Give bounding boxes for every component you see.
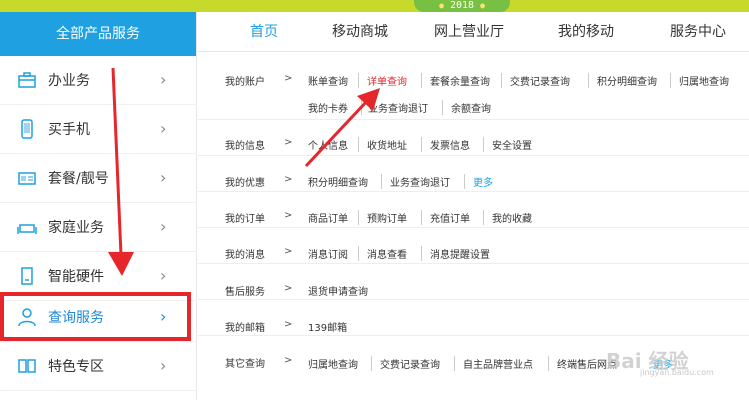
tab-home[interactable]: 首页 [250, 12, 278, 52]
row-label: 其它查询 [225, 359, 265, 370]
link-business-query-2[interactable]: 业务查询退订 [381, 174, 450, 189]
sidebar-item-label: 家庭业务 [48, 220, 104, 236]
chevron-icon: > [284, 174, 293, 185]
chevron-icon: > [284, 355, 293, 366]
chevron-right-icon: › [160, 168, 167, 187]
row-label: 我的账户 [225, 77, 265, 88]
row-my-info: 我的信息 > 个人信息 收货地址 发票信息 安全设置 [198, 120, 749, 156]
sidebar-item-label: 智能硬件 [48, 269, 104, 285]
sidebar-item-label: 套餐/靓号 [48, 171, 109, 187]
sofa-icon [16, 216, 38, 238]
chevron-right-icon: › [160, 119, 167, 138]
chevron-icon: > [284, 319, 293, 330]
link-invoice-info[interactable]: 发票信息 [421, 137, 470, 152]
link-balance-query[interactable]: 余额查询 [442, 100, 491, 115]
banner-dot-right: ● [480, 1, 485, 10]
link-recharge-orders[interactable]: 充值订单 [421, 210, 470, 225]
link-personal-info[interactable]: 个人信息 [308, 137, 348, 152]
row-label: 售后服务 [225, 287, 265, 298]
row-label: 我的消息 [225, 250, 265, 261]
link-shipping-address[interactable]: 收货地址 [358, 137, 407, 152]
link-detail-query[interactable]: 详单查询 [358, 73, 407, 88]
row-my-offers: 我的优惠 > 积分明细查询 业务查询退订 更多 [198, 156, 749, 192]
row-label: 我的订单 [225, 214, 265, 225]
chevron-right-icon: › [160, 266, 167, 285]
row-my-messages: 我的消息 > 消息订阅 消息查看 消息提醒设置 [198, 228, 749, 264]
top-banner: ● 2018 ● [0, 0, 749, 12]
row-my-mailbox: 我的邮箱 > 139邮箱 [198, 300, 749, 336]
banner-year: 2018 [449, 0, 475, 11]
link-preorders[interactable]: 预购订单 [358, 210, 407, 225]
smart-device-icon [16, 265, 38, 287]
sidebar-item-business[interactable]: 办业务 › [0, 56, 197, 105]
row-label: 我的优惠 [225, 178, 265, 189]
tab-service-center[interactable]: 服务中心 [670, 12, 726, 52]
sim-card-icon [16, 167, 38, 189]
chevron-right-icon: › [160, 356, 167, 375]
link-points-detail[interactable]: 积分明细查询 [588, 73, 657, 88]
link-business-query[interactable]: 业务查询退订 [361, 100, 428, 115]
sidebar-item-featured[interactable]: 特色专区 › [0, 342, 197, 391]
link-my-favorites[interactable]: 我的收藏 [483, 210, 532, 225]
link-product-orders[interactable]: 商品订单 [308, 210, 348, 225]
banner-year-badge: ● 2018 ● [414, 0, 510, 12]
sidebar-item-label: 办业务 [48, 73, 90, 89]
link-139-mail[interactable]: 139邮箱 [308, 319, 347, 334]
row-my-orders: 我的订单 > 商品订单 预购订单 充值订单 我的收藏 [198, 192, 749, 228]
link-points-detail-2[interactable]: 积分明细查询 [308, 174, 368, 189]
sidebar-item-family[interactable]: 家庭业务 › [0, 203, 197, 252]
chevron-icon: > [284, 210, 293, 221]
sidebar-item-label: 买手机 [48, 122, 90, 138]
tab-online-hall[interactable]: 网上营业厅 [434, 12, 504, 52]
row-label: 我的邮箱 [225, 323, 265, 334]
tab-mall[interactable]: 移动商城 [332, 12, 388, 52]
row-label: 我的信息 [225, 141, 265, 152]
sidebar-item-label: 特色专区 [48, 359, 104, 375]
sidebar-item-buy-phone[interactable]: 买手机 › [0, 105, 197, 154]
baidu-watermark-url: jingyan.baidu.com [640, 368, 714, 377]
banner-dot-left: ● [439, 1, 444, 10]
briefcase-icon [16, 69, 38, 91]
link-payment-records[interactable]: 交费记录查询 [501, 73, 570, 88]
link-message-reminder[interactable]: 消息提醒设置 [421, 246, 490, 261]
link-my-coupons[interactable]: 我的卡券 [308, 100, 348, 115]
link-home-location-2[interactable]: 归属地查询 [308, 356, 358, 371]
sidebar-item-plans[interactable]: 套餐/靓号 › [0, 154, 197, 203]
chevron-right-icon: › [160, 217, 167, 236]
link-message-view[interactable]: 消息查看 [358, 246, 407, 261]
chevron-icon: > [284, 73, 293, 84]
link-payment-records-2[interactable]: 交费记录查询 [371, 356, 440, 371]
chevron-icon: > [284, 137, 293, 148]
phone-icon [16, 118, 38, 140]
link-message-subscribe[interactable]: 消息订阅 [308, 246, 348, 261]
feature-icon [16, 355, 38, 377]
highlight-box [0, 292, 191, 341]
link-return-query[interactable]: 退货申请查询 [308, 283, 368, 298]
row-after-sales: 售后服务 > 退货申请查询 [198, 264, 749, 300]
sidebar-title: 全部产品服务 [0, 12, 196, 56]
link-plan-balance[interactable]: 套餐余量查询 [421, 73, 490, 88]
link-self-brand-outlets[interactable]: 自主品牌营业点 [454, 356, 533, 371]
link-home-location[interactable]: 归属地查询 [670, 73, 729, 88]
row-my-account: 我的账户 > 账单查询 详单查询 套餐余量查询 交费记录查询 积分明细查询 归属… [198, 52, 749, 120]
link-more-offers[interactable]: 更多 [464, 174, 493, 189]
chevron-icon: > [284, 246, 293, 257]
top-nav: 首页 移动商城 网上营业厅 我的移动 服务中心 [198, 12, 749, 52]
link-bill-query[interactable]: 账单查询 [308, 73, 348, 88]
chevron-right-icon: › [160, 70, 167, 89]
chevron-icon: > [284, 283, 293, 294]
link-security-settings[interactable]: 安全设置 [483, 137, 532, 152]
tab-my-mobile[interactable]: 我的移动 [558, 12, 614, 52]
